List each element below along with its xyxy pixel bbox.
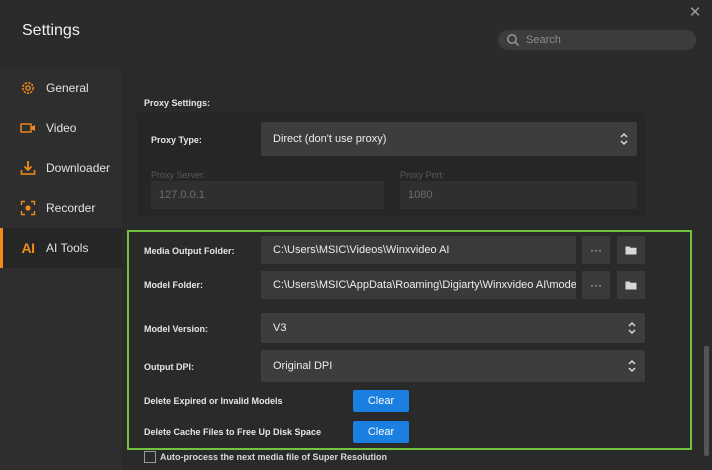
more-icon: ··· xyxy=(590,243,602,257)
sidebar-item-ai-tools[interactable]: AI AI Tools xyxy=(0,228,122,268)
model-folder-label: Model Folder: xyxy=(144,280,203,290)
clear-models-button[interactable]: Clear xyxy=(353,390,409,412)
proxy-server-value: 127.0.0.1 xyxy=(159,189,205,201)
content-scrollbar[interactable] xyxy=(704,346,709,456)
model-folder-browse-button[interactable]: ··· xyxy=(582,271,610,299)
chevron-updown-icon xyxy=(628,322,636,334)
media-output-folder-label: Media Output Folder: xyxy=(144,246,235,256)
media-output-folder-field[interactable]: C:\Users\MSIC\Videos\Winxvideo AI xyxy=(261,236,576,264)
proxy-type-label: Proxy Type: xyxy=(151,135,202,145)
gear-icon xyxy=(19,79,37,97)
chevron-updown-icon xyxy=(628,360,636,372)
video-camera-icon xyxy=(19,119,37,137)
proxy-port-field: 1080 xyxy=(400,181,637,209)
chevron-updown-icon xyxy=(620,133,628,145)
window-title: Settings xyxy=(22,22,80,39)
media-output-open-folder-button[interactable] xyxy=(617,236,645,264)
search-box[interactable] xyxy=(498,30,696,50)
output-dpi-value: Original DPI xyxy=(273,360,333,372)
model-folder-field[interactable]: C:\Users\MSIC\AppData\Roaming\Digiarty\W… xyxy=(261,271,576,299)
model-version-label: Model Version: xyxy=(144,324,209,334)
output-dpi-select[interactable]: Original DPI xyxy=(261,350,645,382)
sidebar-item-label: Video xyxy=(46,121,77,135)
folder-icon xyxy=(625,246,637,255)
sidebar: General Video Downloader Recorder AI AI … xyxy=(0,68,122,470)
sidebar-item-recorder[interactable]: Recorder xyxy=(0,188,122,228)
ai-icon: AI xyxy=(21,240,36,256)
proxy-port-value: 1080 xyxy=(408,189,433,201)
auto-process-label: Auto-process the next media file of Supe… xyxy=(160,452,388,462)
more-icon: ··· xyxy=(590,278,602,292)
sidebar-item-downloader[interactable]: Downloader xyxy=(0,148,122,188)
output-dpi-label: Output DPI: xyxy=(144,362,194,372)
auto-process-option[interactable]: Auto-process the next media file of Supe… xyxy=(144,451,387,463)
auto-process-checkbox[interactable] xyxy=(144,451,156,463)
proxy-server-label: Proxy Server: xyxy=(151,170,206,180)
folder-icon xyxy=(625,281,637,290)
close-icon[interactable]: ✕ xyxy=(686,4,704,22)
sidebar-item-label: Downloader xyxy=(46,161,111,175)
title-bar: Settings ✕ xyxy=(0,0,712,68)
media-output-folder-value: C:\Users\MSIC\Videos\Winxvideo AI xyxy=(273,244,450,256)
proxy-server-field: 127.0.0.1 xyxy=(151,181,384,209)
proxy-type-select[interactable]: Direct (don't use proxy) xyxy=(261,122,637,156)
sidebar-item-label: Recorder xyxy=(46,201,96,215)
search-input[interactable] xyxy=(526,34,686,46)
sidebar-item-label: AI Tools xyxy=(46,241,89,255)
proxy-section-title: Proxy Settings: xyxy=(144,98,211,108)
clear-cache-button[interactable]: Clear xyxy=(353,421,409,443)
proxy-port-label: Proxy Port: xyxy=(400,170,445,180)
sidebar-item-label: General xyxy=(46,81,89,95)
search-icon xyxy=(507,34,520,47)
model-folder-open-folder-button[interactable] xyxy=(617,271,645,299)
proxy-type-value: Direct (don't use proxy) xyxy=(273,133,387,145)
download-icon xyxy=(19,159,37,177)
sidebar-item-video[interactable]: Video xyxy=(0,108,122,148)
sidebar-item-general[interactable]: General xyxy=(0,68,122,108)
record-icon xyxy=(19,199,37,217)
media-output-browse-button[interactable]: ··· xyxy=(582,236,610,264)
delete-cache-label: Delete Cache Files to Free Up Disk Space xyxy=(144,427,322,437)
delete-models-label: Delete Expired or Invalid Models xyxy=(144,396,283,406)
model-version-value: V3 xyxy=(273,322,287,334)
model-folder-value: C:\Users\MSIC\AppData\Roaming\Digiarty\W… xyxy=(273,279,576,291)
model-version-select[interactable]: V3 xyxy=(261,313,645,343)
